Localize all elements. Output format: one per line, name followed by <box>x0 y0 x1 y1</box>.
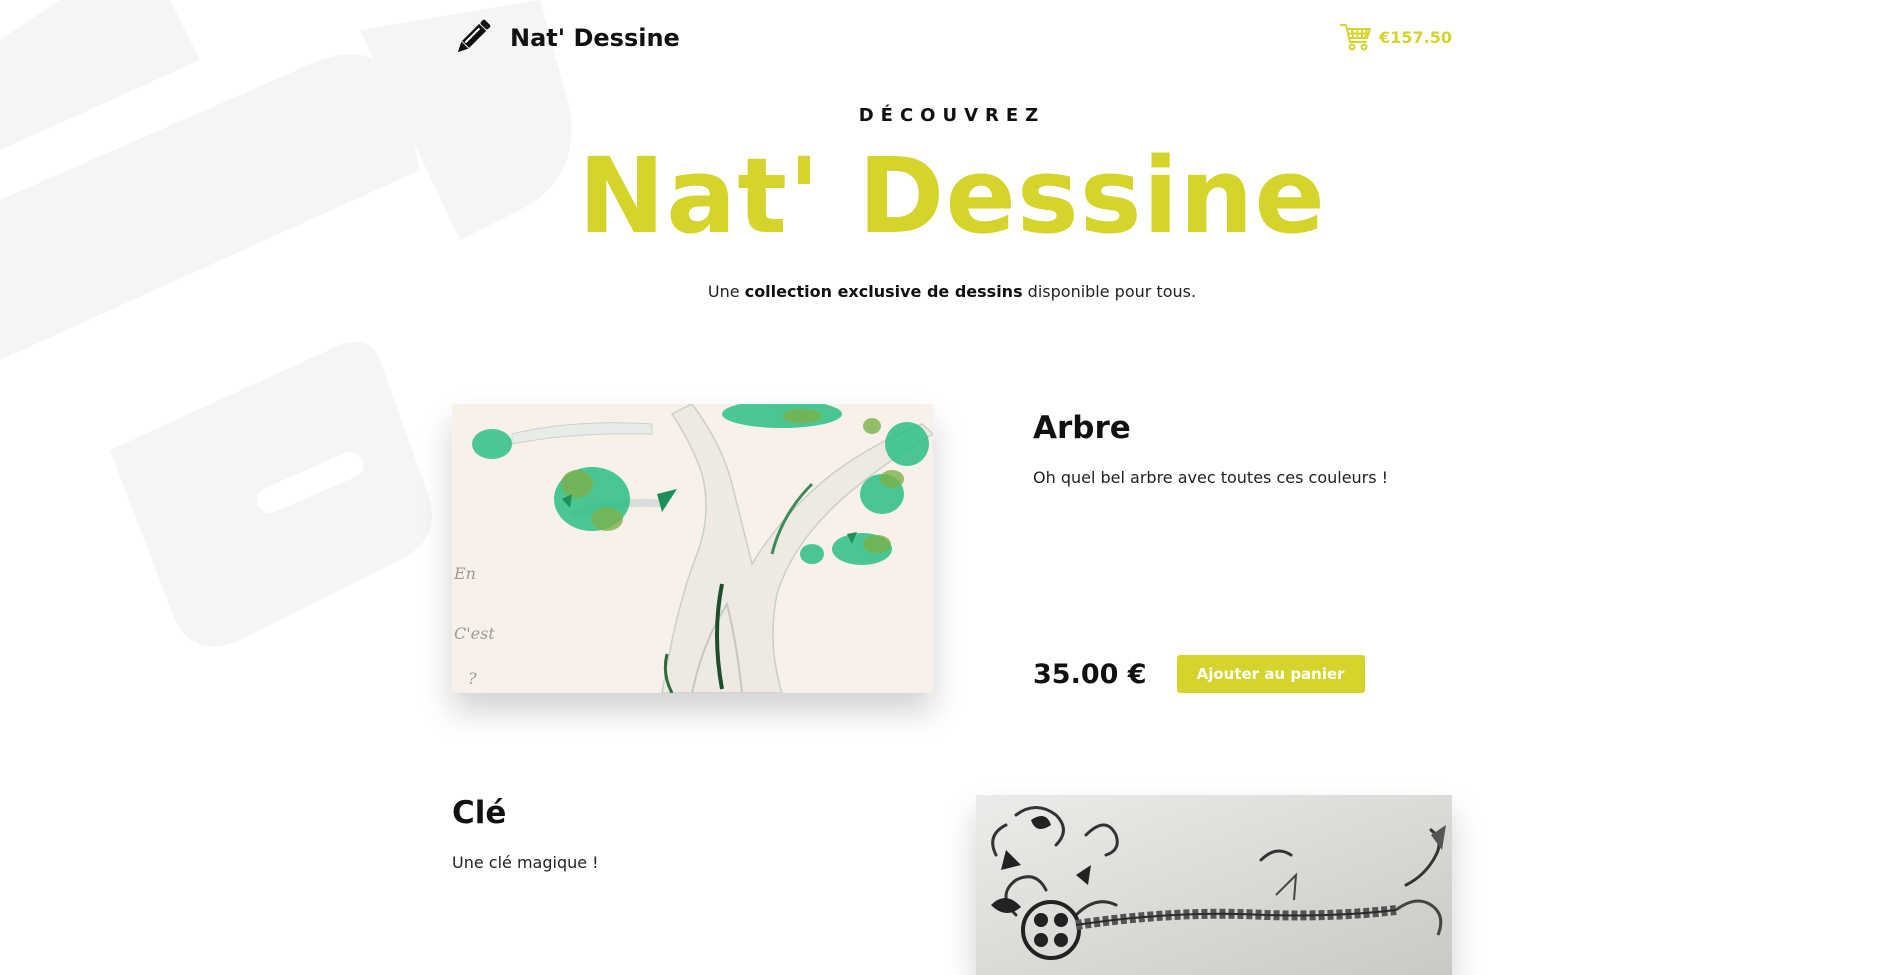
product-buy-row: 35.00 € Ajouter au panier <box>1033 655 1365 693</box>
product-image-cle[interactable] <box>976 795 1452 975</box>
svg-text:En: En <box>453 564 476 583</box>
key-drawing <box>976 795 1452 975</box>
tagline-end: disponible pour tous. <box>1022 282 1197 301</box>
product-description: Oh quel bel arbre avec toutes ces couleu… <box>1033 468 1389 487</box>
tagline-emphasis: collection exclusive de dessins <box>744 282 1023 301</box>
svg-text:C'est: C'est <box>454 624 495 643</box>
product-title: Arbre <box>1033 410 1131 446</box>
add-to-cart-button[interactable]: Ajouter au panier <box>1176 655 1365 693</box>
product-description: Une clé magique ! <box>452 853 599 872</box>
svg-text:?: ? <box>468 669 477 688</box>
page-container: Nat' Dessine €157.50 DÉCOUVREZ Nat' Dess… <box>452 0 1452 975</box>
hero-section: DÉCOUVREZ Nat' Dessine Une collection ex… <box>452 100 1452 301</box>
hero-tagline: Une collection exclusive de dessins disp… <box>452 282 1452 301</box>
cart-button[interactable]: €157.50 <box>1340 22 1452 52</box>
product-price: 35.00 € <box>1033 658 1147 690</box>
cart-total: €157.50 <box>1379 27 1452 47</box>
pencil-icon <box>457 19 491 53</box>
product-info-arbre: Arbre Oh quel bel arbre avec toutes ces … <box>1033 404 1452 693</box>
product-image-arbre[interactable]: En C'est ? <box>452 404 933 693</box>
hero-title: Nat' Dessine <box>578 135 1326 257</box>
site-header: Nat' Dessine €157.50 <box>452 14 1452 62</box>
cart-icon <box>1340 24 1372 51</box>
product-title: Clé <box>452 795 507 831</box>
hero-kicker: DÉCOUVREZ <box>858 105 1046 126</box>
brand-link[interactable]: Nat' Dessine <box>452 14 680 62</box>
product-info-cle: Clé Une clé magique ! <box>452 795 892 872</box>
tree-drawing: En C'est ? <box>452 404 933 693</box>
brand-name: Nat' Dessine <box>510 24 680 52</box>
tagline-start: Une <box>707 282 745 301</box>
